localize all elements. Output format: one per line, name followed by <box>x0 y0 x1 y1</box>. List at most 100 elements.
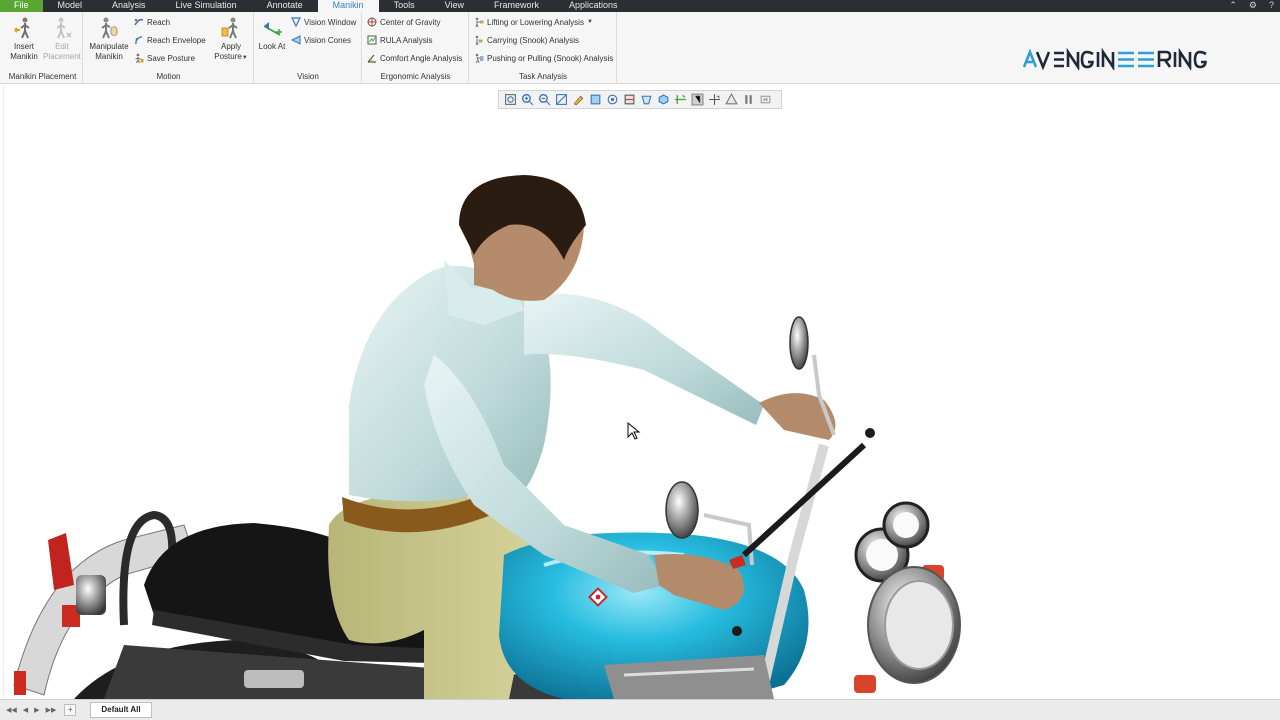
vision-window-button[interactable]: Vision Window <box>291 15 356 29</box>
saved-views-icon[interactable] <box>589 93 602 106</box>
footpeg-bracket <box>244 670 304 688</box>
help-icon[interactable]: ? <box>1269 0 1274 12</box>
tab-annotate[interactable]: Annotate <box>252 0 318 12</box>
apply-posture-label-2: Posture <box>214 52 242 61</box>
perspective-icon[interactable] <box>640 93 653 106</box>
add-sheet-button[interactable]: + <box>64 704 77 716</box>
apply-posture-label-1: Apply <box>220 42 241 51</box>
annotation-display-icon[interactable] <box>691 93 704 106</box>
headlight-lens <box>884 580 954 670</box>
group-label-ergonomic-analysis: Ergonomic Analysis <box>380 72 451 81</box>
tab-tools[interactable]: Tools <box>379 0 430 12</box>
tab-model[interactable]: Model <box>43 0 98 12</box>
lifting-dropdown-icon[interactable]: ▼ <box>587 19 593 25</box>
vision-window-label: Vision Window <box>304 17 357 27</box>
front-turn-signal-2 <box>854 675 876 693</box>
vision-cones-button[interactable]: Vision Cones <box>291 33 351 47</box>
manipulate-manikin-icon <box>101 17 118 39</box>
tab-live-simulation[interactable]: Live Simulation <box>161 0 252 12</box>
window-controls: ⌃ ⚙ ? <box>1229 0 1280 12</box>
tab-analysis[interactable]: Analysis <box>97 0 161 12</box>
insert-manikin-button[interactable]: Insert Manikin <box>3 14 45 62</box>
edit-placement-label-2: Placement <box>43 52 81 61</box>
pushing-icon <box>475 53 484 63</box>
rider-hand-right <box>759 393 836 440</box>
center-of-gravity-icon <box>367 17 377 27</box>
section-icon[interactable] <box>623 93 636 106</box>
reach-envelope-button[interactable]: Reach Envelope <box>134 33 206 47</box>
spin-center-icon[interactable] <box>708 93 721 106</box>
display-style-icon[interactable] <box>657 93 670 106</box>
zoom-out-icon[interactable] <box>538 93 551 106</box>
left-mirror <box>665 481 699 539</box>
apply-posture-dropdown-icon[interactable]: ▼ <box>242 55 248 61</box>
app-window: File Model Analysis Live Simulation Anno… <box>0 0 1280 720</box>
insert-manikin-label-1: Insert <box>13 42 34 51</box>
group-label-task-analysis: Task Analysis <box>518 72 568 81</box>
ribbon-minimize-icon[interactable]: ⌃ <box>1229 0 1237 12</box>
prev-sheet-icon[interactable]: ◀ <box>23 706 28 714</box>
apply-posture-button[interactable]: Apply Posture▼ <box>210 14 252 63</box>
sheet-tab-default-all[interactable]: Default All <box>90 702 152 718</box>
zoom-in-icon[interactable] <box>521 93 534 106</box>
repaint-icon[interactable] <box>555 93 568 106</box>
carrying-analysis-button[interactable]: Carrying (Snook) Analysis <box>474 33 579 47</box>
save-posture-button[interactable]: Save Posture <box>134 51 195 65</box>
comfort-angle-analysis-button[interactable]: Comfort Angle Analysis <box>367 51 462 65</box>
manipulate-label-2: Manikin <box>95 52 123 61</box>
rear-turn-signal-2 <box>14 671 26 695</box>
settings-icon[interactable]: ⚙ <box>1249 0 1257 12</box>
next-sheet-icon[interactable]: ▶ <box>34 706 39 714</box>
rider-upper-arm-right <box>524 293 764 425</box>
group-motion: Manipulate Manikin Reach Reach Envelope … <box>84 12 254 84</box>
tab-framework[interactable]: Framework <box>479 0 554 12</box>
mouse-cursor-icon <box>627 421 641 440</box>
comfort-angle-icon <box>367 54 376 63</box>
ribbon: Insert Manikin Edit Placement Manikin Pl… <box>0 12 1280 84</box>
tab-applications[interactable]: Applications <box>554 0 633 12</box>
center-of-gravity-button[interactable]: Center of Gravity <box>367 15 440 29</box>
insert-manikin-icon <box>14 17 30 39</box>
rula-analysis-button[interactable]: RULA Analysis <box>367 33 432 47</box>
manipulate-label-1: Manipulate <box>89 42 129 51</box>
appearance-icon[interactable] <box>725 93 738 106</box>
first-sheet-icon[interactable]: ◀◀ <box>6 706 17 714</box>
look-at-icon <box>263 22 282 36</box>
apply-posture-icon <box>221 17 238 39</box>
tab-manikin[interactable]: Manikin <box>317 0 379 12</box>
edit-placement-label-1: Edit <box>55 42 69 51</box>
comfort-angle-label: Comfort Angle Analysis <box>380 53 463 63</box>
lifting-lowering-analysis-button[interactable]: Lifting or Lowering Analysis ▼ <box>474 15 593 29</box>
lifting-icon <box>475 17 484 27</box>
brake-lever-end <box>732 626 742 636</box>
clutch-lever-end <box>865 428 875 438</box>
last-sheet-icon[interactable]: ▶▶ <box>46 706 57 714</box>
status-bar: ◀◀ ◀ ▶ ▶▶ + Default All <box>0 699 1280 720</box>
look-at-button[interactable]: Look At <box>255 14 289 52</box>
lifting-label: Lifting or Lowering Analysis <box>487 17 584 27</box>
datum-display-icon[interactable] <box>674 93 687 106</box>
refit-icon[interactable] <box>504 93 517 106</box>
pushing-pulling-analysis-button[interactable]: Pushing or Pulling (Snook) Analysis <box>474 51 613 65</box>
graphics-toolbar <box>498 90 782 109</box>
view-manager-icon[interactable] <box>606 93 619 106</box>
right-mirror <box>789 316 809 370</box>
save-posture-icon <box>135 53 144 63</box>
pause-icon[interactable] <box>742 93 755 106</box>
close-view-icon[interactable] <box>759 93 772 106</box>
graphics-window[interactable] <box>3 85 1280 699</box>
edit-placement-button[interactable]: Edit Placement <box>41 14 83 62</box>
insert-manikin-label-2: Manikin <box>10 52 38 61</box>
reach-button[interactable]: Reach <box>134 15 170 29</box>
group-label-vision: Vision <box>297 72 319 81</box>
vision-cones-icon <box>291 35 301 45</box>
group-ergonomic-analysis: Center of Gravity RULA Analysis Comfort … <box>363 12 469 84</box>
manipulate-manikin-button[interactable]: Manipulate Manikin <box>86 14 132 62</box>
style-icon[interactable] <box>572 93 585 106</box>
group-manikin-placement: Insert Manikin Edit Placement Manikin Pl… <box>3 12 83 84</box>
group-label-motion: Motion <box>156 72 181 81</box>
look-at-label: Look At <box>258 42 286 51</box>
tab-file[interactable]: File <box>0 0 43 12</box>
save-posture-label: Save Posture <box>147 53 196 63</box>
tab-view[interactable]: View <box>430 0 479 12</box>
